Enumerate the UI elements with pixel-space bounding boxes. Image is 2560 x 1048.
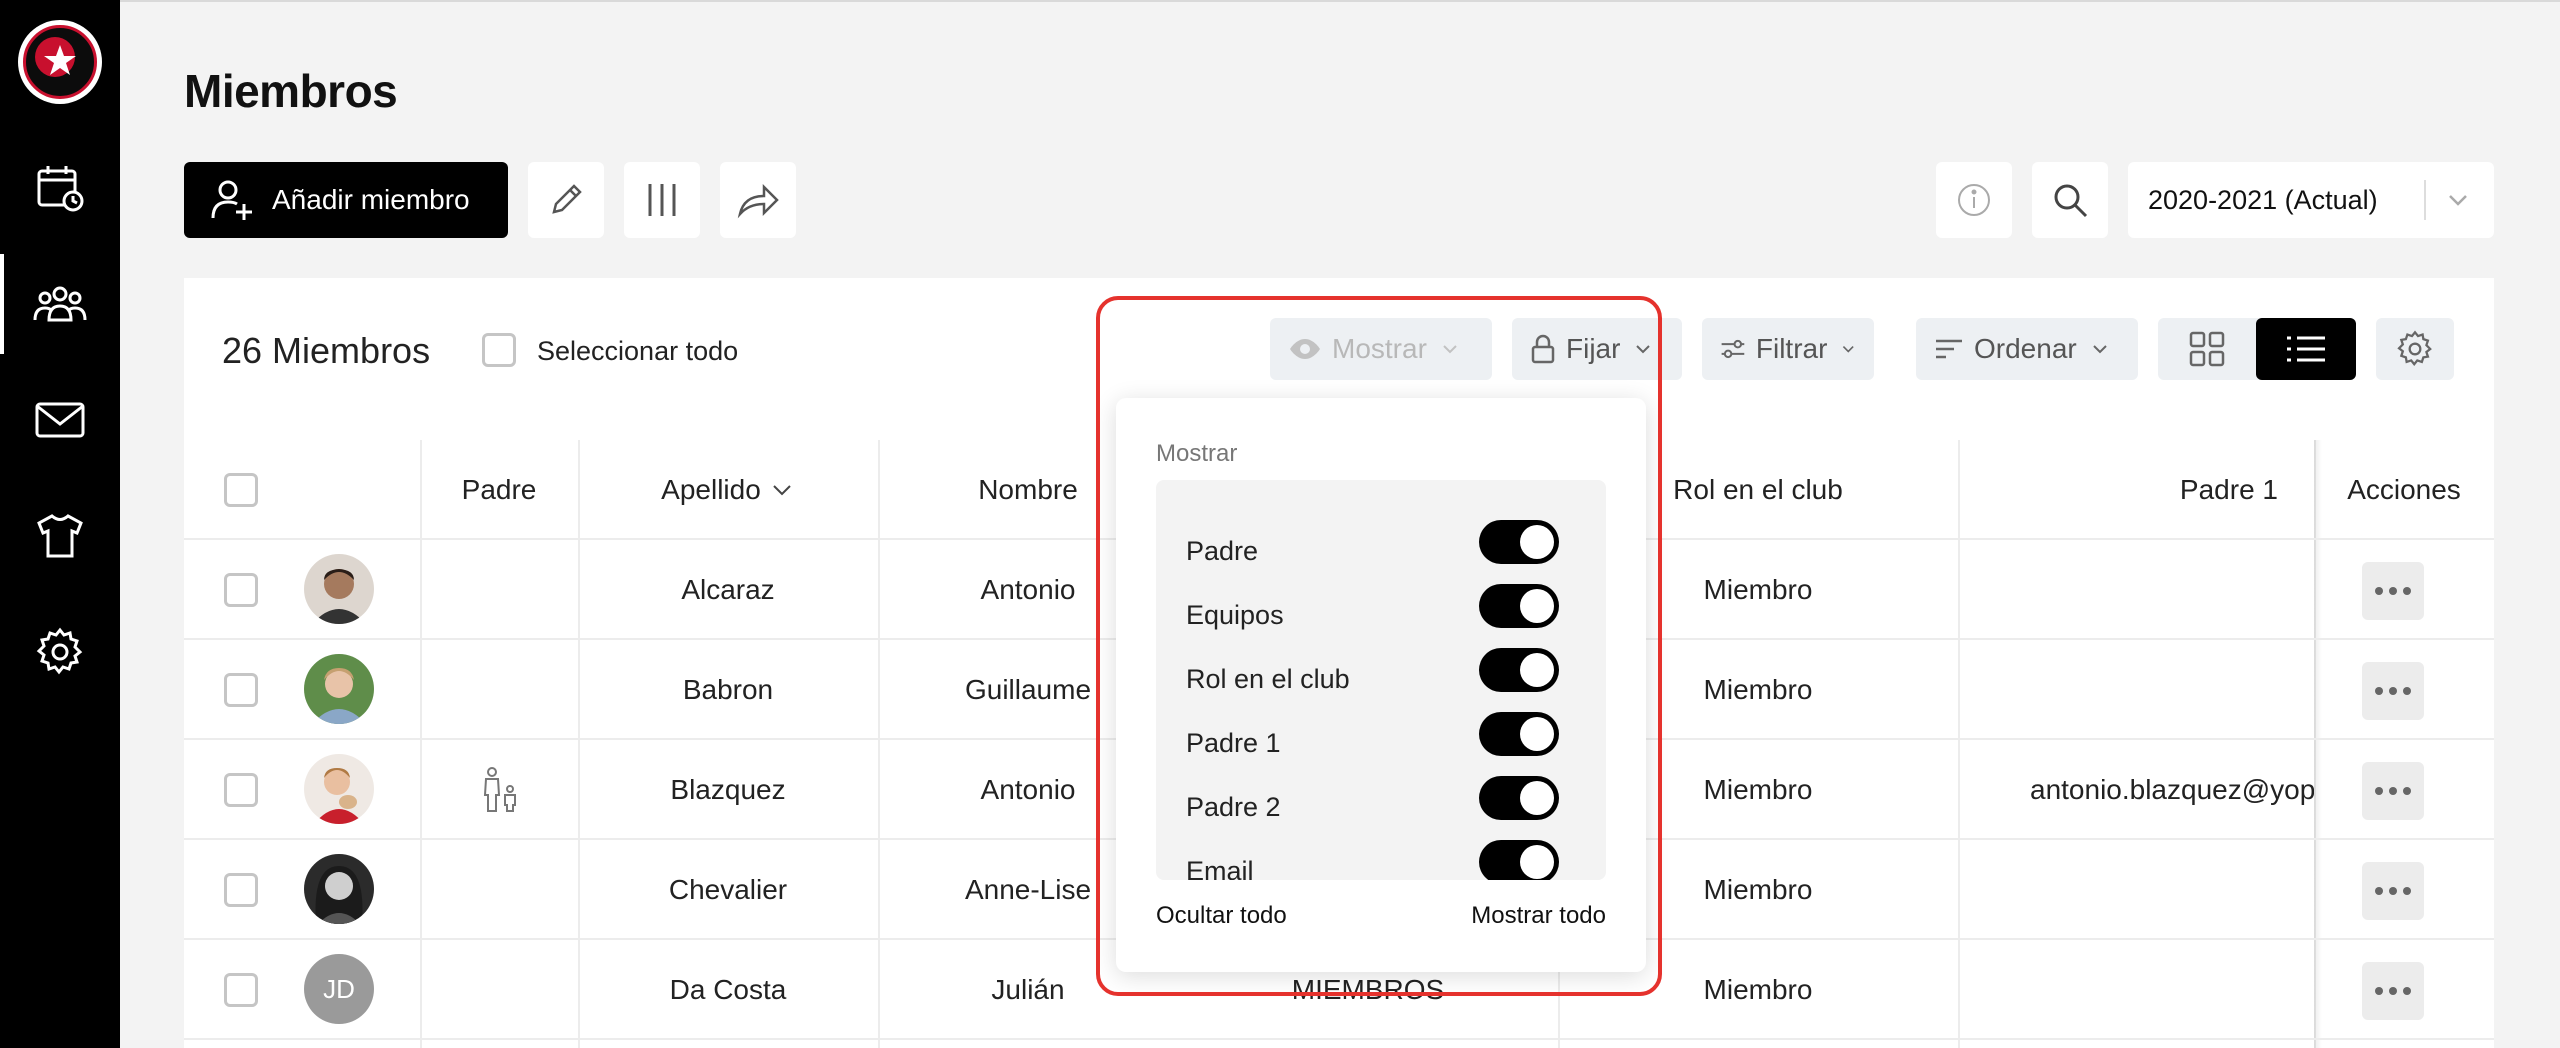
club-logo[interactable] xyxy=(18,20,102,104)
list-view-button[interactable] xyxy=(2256,318,2356,380)
select-all-checkbox[interactable] xyxy=(482,333,516,367)
chevron-down-icon xyxy=(773,485,791,496)
sidebar-item-messages[interactable] xyxy=(0,370,120,470)
chevron-down-icon xyxy=(2093,345,2107,354)
gear-icon xyxy=(36,627,83,675)
grid-view-button[interactable] xyxy=(2158,318,2256,380)
row-actions-button[interactable] xyxy=(2362,662,2424,720)
cell-apellido: Alcaraz xyxy=(681,574,775,605)
grid-icon xyxy=(2189,331,2225,367)
page-title: Miembros xyxy=(184,65,398,117)
row-checkbox[interactable] xyxy=(224,873,258,907)
highlight-annotation xyxy=(1096,296,1662,996)
parent-child-icon xyxy=(483,767,516,812)
cell-apellido: Chevalier xyxy=(668,874,788,905)
cell-apellido: Blazquez xyxy=(670,774,786,805)
group-icon xyxy=(33,286,87,322)
shirt-icon xyxy=(37,514,83,558)
table-settings-button[interactable] xyxy=(2376,318,2454,380)
search-button[interactable] xyxy=(2032,162,2108,238)
column-header-padre1[interactable]: Padre 1 xyxy=(1958,440,2314,540)
row-actions-button[interactable] xyxy=(2362,962,2424,1020)
search-icon xyxy=(2054,184,2088,218)
add-user-icon xyxy=(211,180,252,220)
row-actions-button[interactable] xyxy=(2362,762,2424,820)
column-header-apellido[interactable]: Apellido xyxy=(578,440,878,540)
season-select-value: 2020-2021 (Actual) xyxy=(2148,184,2378,215)
row-checkbox[interactable] xyxy=(224,973,258,1007)
calendar-icon xyxy=(37,166,84,212)
avatar xyxy=(304,554,374,624)
filter-dropdown[interactable]: Filtrar xyxy=(1702,318,1874,380)
add-member-button[interactable]: Añadir miembro xyxy=(184,162,508,238)
mail-icon xyxy=(35,402,85,438)
sort-lines-icon xyxy=(1936,339,1962,359)
avatar: JD xyxy=(304,954,374,1024)
pencil-icon xyxy=(552,184,582,214)
sort-dropdown[interactable]: Ordenar xyxy=(1916,318,2138,380)
sidebar-item-equipment[interactable] xyxy=(0,486,120,586)
filter-label: Filtrar xyxy=(1755,333,1828,364)
info-button[interactable] xyxy=(1936,162,2012,238)
sidebar-item-calendar[interactable] xyxy=(0,138,120,238)
avatar xyxy=(304,654,374,724)
share-button[interactable] xyxy=(720,162,796,238)
avatar xyxy=(304,854,374,924)
add-member-label: Añadir miembro xyxy=(272,184,470,215)
column-header-padre[interactable]: Padre xyxy=(420,440,578,540)
cell-apellido: Babron xyxy=(682,674,774,705)
sidebar xyxy=(0,0,120,1048)
info-icon xyxy=(1958,184,1990,216)
list-icon xyxy=(2287,336,2325,362)
row-actions-button[interactable] xyxy=(2362,862,2424,920)
top-divider xyxy=(120,0,2560,2)
view-toggle xyxy=(2158,318,2356,380)
header-checkbox[interactable] xyxy=(224,473,258,507)
sliders-icon xyxy=(1721,339,1745,359)
column-header-acciones: Acciones xyxy=(2347,474,2461,505)
season-select[interactable]: 2020-2021 (Actual) xyxy=(2128,162,2494,238)
sidebar-item-settings[interactable] xyxy=(0,602,120,702)
sidebar-item-members[interactable] xyxy=(0,254,120,354)
row-actions-button[interactable] xyxy=(2362,562,2424,620)
columns-button[interactable] xyxy=(624,162,700,238)
select-all-label: Seleccionar todo xyxy=(537,336,739,366)
gear-icon xyxy=(2397,330,2432,367)
row-checkbox[interactable] xyxy=(224,573,258,607)
columns-icon xyxy=(648,184,676,216)
star-icon xyxy=(44,45,76,75)
share-arrow-icon xyxy=(737,183,779,219)
row-checkbox[interactable] xyxy=(224,673,258,707)
avatar xyxy=(304,754,374,824)
row-checkbox[interactable] xyxy=(224,773,258,807)
sort-label: Ordenar xyxy=(1974,333,2077,364)
cell-apellido: Da Costa xyxy=(669,974,787,1005)
edit-button[interactable] xyxy=(528,162,604,238)
members-count: 26 Miembros xyxy=(222,330,431,371)
chevron-down-icon xyxy=(1843,346,1855,353)
cell-padre1: antonio.blazquez@yop xyxy=(2030,774,2314,805)
chevron-down-icon xyxy=(2449,195,2467,206)
cell-padre xyxy=(420,740,578,840)
column-header-apellido-label: Apellido xyxy=(661,474,761,505)
